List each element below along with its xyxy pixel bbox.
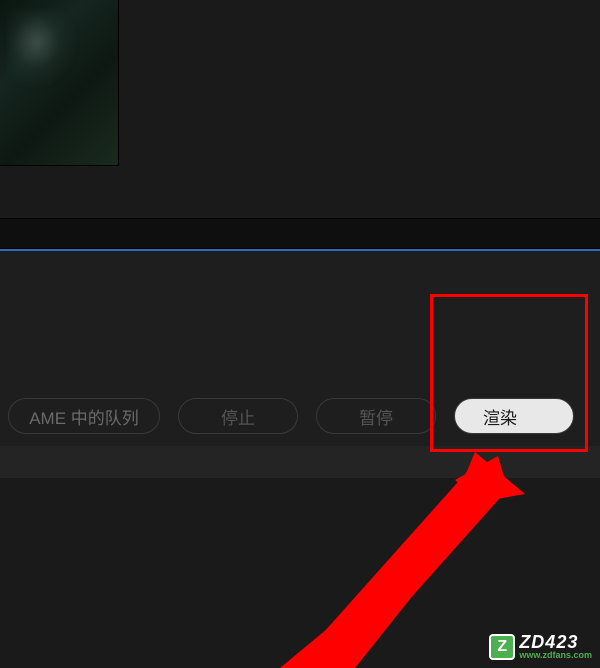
render-label: 渲染 [483,404,517,429]
ame-queue-label: AME 中的队列 [29,404,139,429]
app-window: AME 中的队列 停止 暂停 渲染 Z ZD423 [0,0,600,668]
watermark-brand: ZD423 [519,633,592,651]
pause-button[interactable]: 暂停 [316,398,436,434]
thumbnail-image [8,10,78,90]
render-queue-panel [0,251,600,386]
watermark-badge-letter: Z [497,638,507,656]
watermark-badge-icon: Z [489,634,515,660]
stop-button[interactable]: 停止 [178,398,298,434]
status-bar [0,446,600,478]
panel-divider [0,218,600,249]
render-button[interactable]: 渲染 [454,398,574,434]
render-controls-row: AME 中的队列 停止 暂停 渲染 [0,386,600,446]
stop-label: 停止 [221,404,255,429]
ame-queue-button[interactable]: AME 中的队列 [8,398,160,434]
preview-panel [0,0,600,218]
watermark-url: www.zdfans.com [519,651,592,660]
watermark-text-group: ZD423 www.zdfans.com [519,633,592,660]
pause-label: 暂停 [359,404,393,429]
composition-thumbnail[interactable] [0,0,119,166]
watermark: Z ZD423 www.zdfans.com [489,633,592,660]
